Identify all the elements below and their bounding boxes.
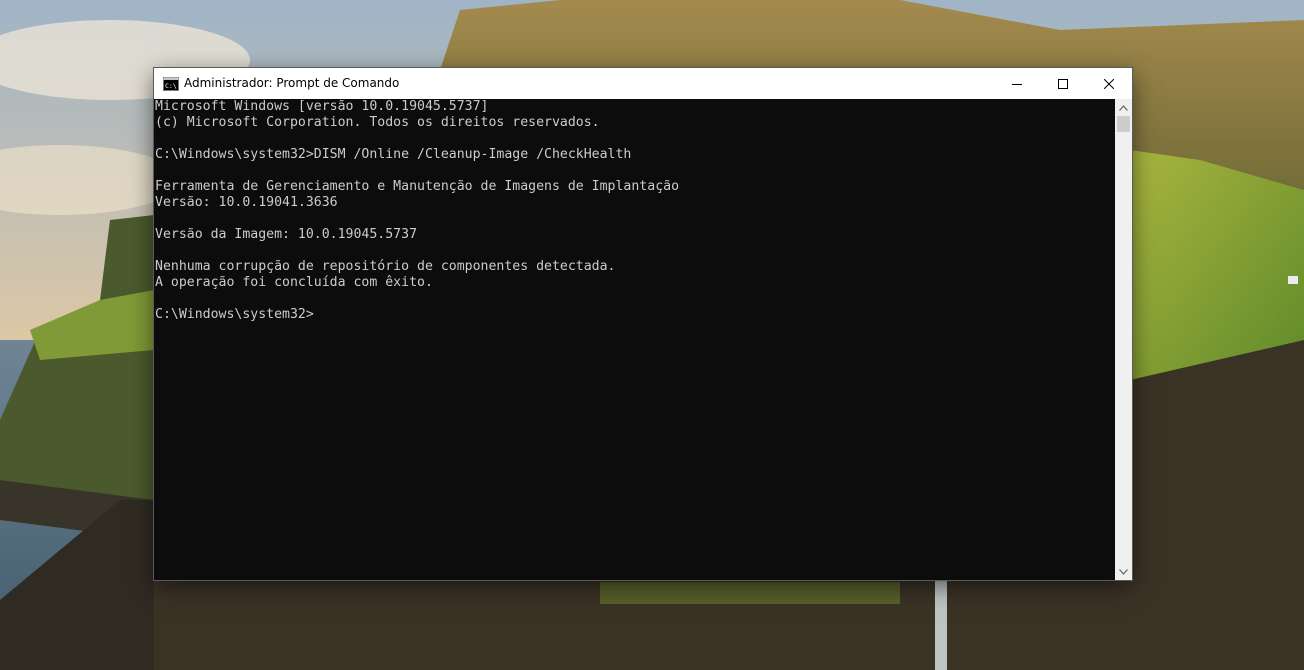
svg-text:C:\: C:\ <box>165 82 177 90</box>
console-output[interactable]: Microsoft Windows [versão 10.0.19045.573… <box>155 99 1115 579</box>
close-icon <box>1104 78 1114 89</box>
command-prompt-window[interactable]: C:\ Administrador: Prompt de Comando Mic… <box>154 68 1132 580</box>
minimize-icon <box>1012 83 1022 85</box>
console-line: C:\Windows\system32>DISM /Online /Cleanu… <box>155 147 632 162</box>
scroll-up-button[interactable] <box>1115 99 1132 116</box>
scroll-down-arrow-icon <box>1119 568 1128 575</box>
console-line: A operação foi concluída com êxito. <box>155 275 433 290</box>
scroll-up-arrow-icon <box>1119 104 1128 111</box>
maximize-button[interactable] <box>1040 68 1086 99</box>
console-line: Versão: 10.0.19041.3636 <box>155 195 338 210</box>
maximize-icon <box>1058 78 1068 89</box>
command-prompt-line[interactable]: C:\Windows\system32> <box>155 307 1115 323</box>
vertical-scrollbar[interactable] <box>1115 99 1132 580</box>
minimize-button[interactable] <box>994 68 1040 99</box>
console-line: (c) Microsoft Corporation. Todos os dire… <box>155 115 600 130</box>
title-bar[interactable]: C:\ Administrador: Prompt de Comando <box>154 68 1132 99</box>
scrollbar-thumb[interactable] <box>1117 116 1130 132</box>
console-line: Nenhuma corrupção de repositório de comp… <box>155 259 616 274</box>
window-title: Administrador: Prompt de Comando <box>184 76 400 90</box>
cmd-icon: C:\ <box>163 77 179 91</box>
scroll-down-button[interactable] <box>1115 563 1132 580</box>
console-line: Microsoft Windows [versão 10.0.19045.573… <box>155 99 489 114</box>
close-button[interactable] <box>1086 68 1132 99</box>
console-line: Ferramenta de Gerenciamento e Manutenção… <box>155 179 680 194</box>
console-line: Versão da Imagem: 10.0.19045.5737 <box>155 227 418 242</box>
